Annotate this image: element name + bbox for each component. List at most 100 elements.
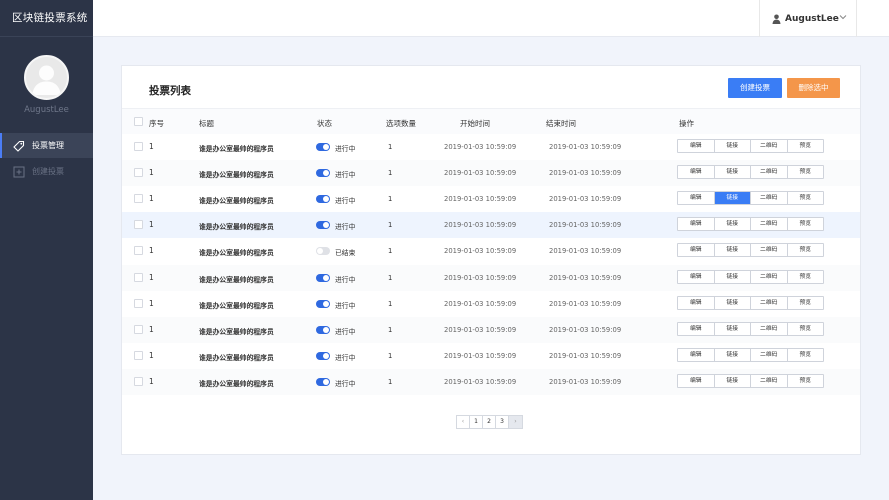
link-button[interactable]: 链接 <box>715 270 751 283</box>
edit-button[interactable]: 编辑 <box>678 166 715 179</box>
edit-button[interactable]: 编辑 <box>678 140 715 152</box>
page-1-button[interactable]: 1 <box>470 416 483 428</box>
row-checkbox[interactable] <box>134 168 143 178</box>
row-end-time: 2019-01-03 10:59:09 <box>549 221 622 230</box>
status-toggle[interactable] <box>316 273 330 282</box>
page-3-button[interactable]: 3 <box>496 416 509 428</box>
status-toggle[interactable] <box>316 247 330 256</box>
link-button[interactable]: 链接 <box>715 322 751 335</box>
preview-button[interactable]: 预览 <box>788 166 824 178</box>
edit-button[interactable]: 编辑 <box>678 374 715 387</box>
qrcode-button[interactable]: 二维码 <box>751 348 788 361</box>
row-checkbox[interactable] <box>134 272 143 282</box>
link-button[interactable]: 链接 <box>715 140 751 152</box>
row-seq: 1 <box>149 376 154 386</box>
sidebar-item-label: 创建投票 <box>32 167 64 176</box>
status-toggle[interactable] <box>316 195 330 204</box>
chevron-down-icon[interactable] <box>839 14 847 20</box>
preview-button[interactable]: 预览 <box>788 218 824 230</box>
link-button[interactable]: 链接 <box>715 374 751 387</box>
row-seq: 1 <box>149 168 154 178</box>
table-row[interactable]: 1 谁是办公室最帅的程序员 进行中 1 2019-01-03 10:59:09 2019-… <box>122 316 860 343</box>
table-row[interactable]: 1 谁是办公室最帅的程序员 进行中 1 2019-01-03 10:59:09 2019-… <box>122 134 860 160</box>
qrcode-button[interactable]: 二维码 <box>751 244 788 257</box>
table-row[interactable]: 1 谁是办公室最帅的程序员 进行中 1 2019-01-03 10:59:09 2019-… <box>122 264 860 291</box>
link-button[interactable]: 链接 <box>715 218 751 231</box>
select-all-checkbox[interactable] <box>134 117 143 126</box>
preview-button[interactable]: 预览 <box>788 349 824 361</box>
row-checkbox[interactable] <box>134 350 143 360</box>
row-end-time: 2019-01-03 10:59:09 <box>549 143 622 151</box>
link-button[interactable]: 链接 <box>714 192 751 205</box>
row-checkbox[interactable] <box>134 194 143 204</box>
row-title: 谁是办公室最帅的程序员 <box>199 171 274 180</box>
row-seq: 1 <box>149 220 154 230</box>
column-header-actions: 操作 <box>679 119 694 128</box>
edit-button[interactable]: 编辑 <box>678 270 715 283</box>
sidebar-item-vote-management[interactable]: 投票管理 <box>0 133 93 158</box>
row-checkbox[interactable] <box>134 220 143 230</box>
table-row[interactable]: 1 谁是办公室最帅的程序员 进行中 1 2019-01-03 10:59:09 2019-… <box>122 368 860 395</box>
sidebar-item-create-vote[interactable]: 创建投票 <box>0 159 93 184</box>
user-menu[interactable]: AugustLee <box>759 0 857 37</box>
table-row[interactable]: 1 谁是办公室最帅的程序员 进行中 1 2019-01-03 10:59:09 2019-… <box>122 186 860 212</box>
qrcode-button[interactable]: 二维码 <box>751 140 788 152</box>
preview-button[interactable]: 预览 <box>788 192 824 204</box>
row-options-count: 1 <box>388 221 393 230</box>
edit-button[interactable]: 编辑 <box>678 192 715 205</box>
page-2-button[interactable]: 2 <box>483 416 496 428</box>
preview-button[interactable]: 预览 <box>788 297 824 309</box>
qrcode-button[interactable]: 二维码 <box>751 322 788 335</box>
status-toggle[interactable] <box>316 221 330 230</box>
qrcode-button[interactable]: 二维码 <box>751 296 788 309</box>
status-toggle[interactable] <box>316 325 330 334</box>
preview-button[interactable]: 预览 <box>788 323 824 335</box>
row-actions: 编辑 链接 二维码 预览 <box>677 373 824 388</box>
table-row[interactable]: 1 谁是办公室最帅的程序员 进行中 1 2019-01-03 10:59:09 2019-… <box>122 212 860 239</box>
edit-button[interactable]: 编辑 <box>678 348 715 361</box>
edit-button[interactable]: 编辑 <box>678 296 715 309</box>
pagination: ‹ 1 2 3 › <box>456 415 523 429</box>
edit-button[interactable]: 编辑 <box>678 322 715 335</box>
preview-button[interactable]: 预览 <box>788 271 824 283</box>
prev-page-button[interactable]: ‹ <box>457 416 470 428</box>
link-button[interactable]: 链接 <box>715 244 751 257</box>
table-row[interactable]: 1 谁是办公室最帅的程序员 进行中 1 2019-01-03 10:59:09 2019-… <box>122 343 860 369</box>
row-checkbox[interactable] <box>134 324 143 334</box>
preview-button[interactable]: 预览 <box>788 244 824 256</box>
row-checkbox[interactable] <box>134 142 143 151</box>
row-end-time: 2019-01-03 10:59:09 <box>549 195 622 204</box>
qrcode-button[interactable]: 二维码 <box>751 166 788 179</box>
status-toggle[interactable] <box>316 143 330 151</box>
qrcode-button[interactable]: 二维码 <box>751 192 788 205</box>
row-options-count: 1 <box>388 325 393 334</box>
avatar[interactable] <box>24 55 69 100</box>
row-checkbox[interactable] <box>134 376 143 386</box>
status-text: 进行中 <box>335 223 356 232</box>
qrcode-button[interactable]: 二维码 <box>751 270 788 283</box>
qrcode-button[interactable]: 二维码 <box>751 374 788 387</box>
status-toggle[interactable] <box>316 377 330 386</box>
link-button[interactable]: 链接 <box>715 348 751 361</box>
edit-button[interactable]: 编辑 <box>678 218 715 231</box>
row-checkbox[interactable] <box>134 298 143 308</box>
column-header-seq: 序号 <box>149 119 164 128</box>
status-toggle[interactable] <box>316 351 330 360</box>
status-toggle[interactable] <box>316 299 330 308</box>
sidebar-item-label: 投票管理 <box>32 141 64 150</box>
status-toggle[interactable] <box>316 169 330 178</box>
row-start-time: 2019-01-03 10:59:09 <box>444 169 517 178</box>
table-row[interactable]: 1 谁是办公室最帅的程序员 进行中 1 2019-01-03 10:59:09 2019-… <box>122 291 860 317</box>
create-vote-button[interactable]: 创建投票 <box>728 78 782 98</box>
link-button[interactable]: 链接 <box>715 296 751 309</box>
table-row[interactable]: 1 谁是办公室最帅的程序员 进行中 1 2019-01-03 10:59:09 2019-… <box>122 160 860 187</box>
edit-button[interactable]: 编辑 <box>678 244 715 257</box>
link-button[interactable]: 链接 <box>715 166 751 179</box>
table-row[interactable]: 1 谁是办公室最帅的程序员 已结束 1 2019-01-03 10:59:09 2019-… <box>122 238 860 264</box>
qrcode-button[interactable]: 二维码 <box>751 218 788 231</box>
preview-button[interactable]: 预览 <box>788 140 824 152</box>
next-page-button[interactable]: › <box>509 416 522 428</box>
preview-button[interactable]: 预览 <box>788 375 824 387</box>
delete-selected-button[interactable]: 删除选中 <box>787 78 840 98</box>
row-checkbox[interactable] <box>134 246 143 256</box>
